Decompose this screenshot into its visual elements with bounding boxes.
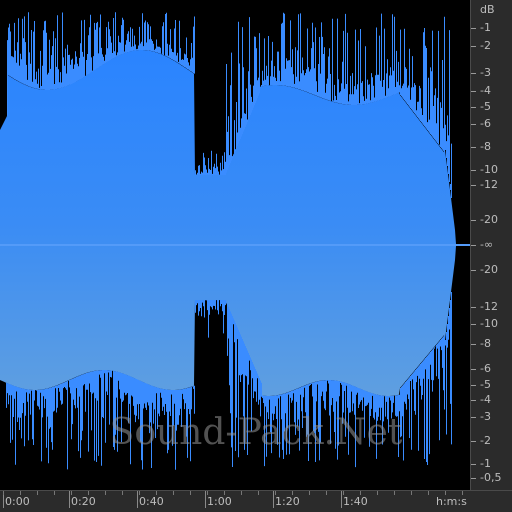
- time-ruler[interactable]: h:m:s 0:00 0:20 0:40 1:00 1:20 1:40: [0, 490, 512, 512]
- time-minor-tick: [3, 491, 4, 495]
- time-minor-tick: [343, 491, 344, 495]
- db-scale-label: -10: [480, 317, 498, 330]
- time-label: 0:00: [5, 495, 30, 508]
- db-scale-tick: [471, 307, 476, 308]
- waveform-channel: [0, 12, 470, 470]
- db-scale-label: -3: [480, 410, 491, 423]
- db-scale-label: -12: [480, 300, 498, 313]
- time-minor-tick: [411, 491, 412, 495]
- time-major-tick: [137, 491, 138, 508]
- time-minor-tick: [292, 491, 293, 495]
- time-minor-tick: [173, 491, 174, 495]
- db-scale-tick: [471, 220, 476, 221]
- time-minor-tick: [207, 491, 208, 495]
- db-scale-label: -3: [480, 66, 491, 79]
- db-scale-label: -2: [480, 434, 491, 447]
- time-major-tick: [69, 491, 70, 508]
- time-minor-tick: [360, 491, 361, 495]
- time-label: 1:00: [207, 495, 232, 508]
- time-minor-tick: [156, 491, 157, 495]
- waveform-graphic: [0, 12, 470, 470]
- time-minor-tick: [105, 491, 106, 495]
- db-scale-label: -2: [480, 39, 491, 52]
- db-scale-label: -12: [480, 178, 498, 191]
- time-minor-tick: [122, 491, 123, 495]
- time-minor-tick: [428, 491, 429, 495]
- db-scale-tick: [471, 464, 476, 465]
- time-minor-tick: [377, 491, 378, 495]
- db-scale-label: -8: [480, 337, 491, 350]
- db-scale-tick: [471, 91, 476, 92]
- db-scale-ruler: dB -1 -2 -3 -4 -5 -6 -8 -10 -12 -20 -∞ -20 -12 -10 -8 -…: [470, 0, 512, 490]
- db-scale-label: -1: [480, 21, 491, 34]
- time-minor-tick: [462, 491, 463, 495]
- db-scale-label: -20: [480, 263, 498, 276]
- db-scale-label: -4: [480, 84, 491, 97]
- time-label: 0:40: [139, 495, 164, 508]
- db-scale-label: -8: [480, 140, 491, 153]
- db-scale-label: -5: [480, 378, 491, 391]
- db-scale-tick: [471, 270, 476, 271]
- db-scale-label: -4: [480, 393, 491, 406]
- db-scale-tick: [471, 185, 476, 186]
- db-scale-label: -6: [480, 117, 491, 130]
- time-minor-tick: [258, 491, 259, 495]
- db-scale-label: -1: [480, 457, 491, 470]
- time-major-tick: [205, 491, 206, 508]
- db-scale-tick: [471, 245, 476, 246]
- time-major-tick: [273, 491, 274, 508]
- time-label: 1:40: [343, 495, 368, 508]
- time-minor-tick: [275, 491, 276, 495]
- db-scale-label: -5: [480, 100, 491, 113]
- db-scale-label: -0,5: [480, 471, 502, 484]
- db-scale-tick: [471, 400, 476, 401]
- db-scale-tick: [471, 170, 476, 171]
- time-minor-tick: [326, 491, 327, 495]
- time-minor-tick: [309, 491, 310, 495]
- db-scale-tick: [471, 73, 476, 74]
- db-scale-tick: [471, 46, 476, 47]
- db-scale-label: -20: [480, 213, 498, 226]
- db-scale-tick: [471, 107, 476, 108]
- db-scale-label: -∞: [480, 238, 494, 251]
- time-minor-tick: [190, 491, 191, 495]
- time-major-tick: [341, 491, 342, 508]
- time-minor-tick: [88, 491, 89, 495]
- db-unit-label: dB: [480, 3, 495, 16]
- time-label: 1:20: [275, 495, 300, 508]
- db-scale-tick: [471, 124, 476, 125]
- db-scale-tick: [471, 478, 476, 479]
- db-scale-tick: [471, 369, 476, 370]
- db-scale-tick: [471, 417, 476, 418]
- time-minor-tick: [445, 491, 446, 495]
- time-minor-tick: [241, 491, 242, 495]
- db-scale-tick: [471, 147, 476, 148]
- waveform-display[interactable]: [0, 0, 470, 490]
- time-minor-tick: [54, 491, 55, 495]
- db-scale-label: -6: [480, 362, 491, 375]
- time-minor-tick: [224, 491, 225, 495]
- db-scale-tick: [471, 441, 476, 442]
- time-minor-tick: [20, 491, 21, 495]
- time-minor-tick: [71, 491, 72, 495]
- time-units-label: h:m:s: [436, 495, 467, 508]
- db-scale-tick: [471, 324, 476, 325]
- time-label: 0:20: [71, 495, 96, 508]
- time-minor-tick: [394, 491, 395, 495]
- time-minor-tick: [37, 491, 38, 495]
- db-scale-label: -10: [480, 163, 498, 176]
- time-minor-tick: [139, 491, 140, 495]
- db-scale-tick: [471, 28, 476, 29]
- db-scale-tick: [471, 344, 476, 345]
- db-scale-tick: [471, 385, 476, 386]
